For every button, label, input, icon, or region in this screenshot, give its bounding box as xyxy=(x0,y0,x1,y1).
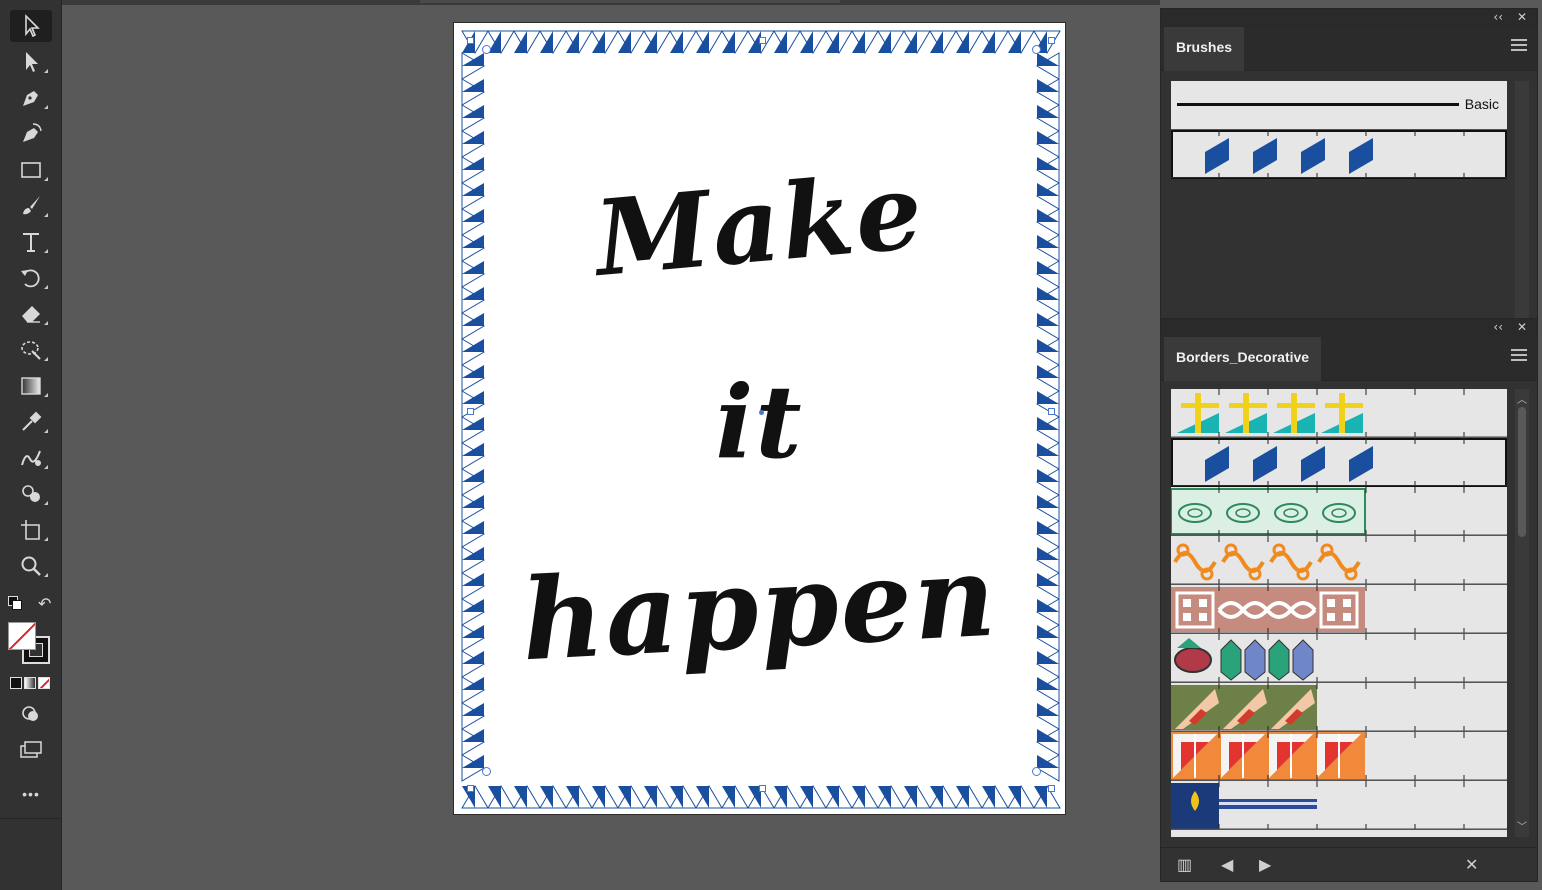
tools-panel: ↶ ••• xyxy=(0,0,62,890)
collapse-icon[interactable]: ‹‹ xyxy=(1493,320,1503,334)
brushes-scrollbar[interactable] xyxy=(1515,81,1529,319)
type-tool[interactable] xyxy=(10,226,52,258)
paintbrush-icon xyxy=(23,196,40,215)
curvature-tool[interactable] xyxy=(10,118,52,150)
screen-mode-icon xyxy=(20,741,42,758)
eraser-icon xyxy=(22,306,40,323)
lasso-tool[interactable] xyxy=(10,334,52,366)
brush-blue-zigzag[interactable] xyxy=(1171,130,1507,179)
panel-footer: ▥ ◀ ▶ ✕ xyxy=(1161,847,1537,881)
brush-rose-braid[interactable] xyxy=(1171,585,1507,634)
brush-orange-red-tiles[interactable] xyxy=(1171,732,1507,781)
borders-brush-list xyxy=(1171,389,1507,837)
close-icon[interactable]: ✕ xyxy=(1517,320,1527,334)
close-icon[interactable]: ✕ xyxy=(1517,10,1527,24)
selection-handle[interactable] xyxy=(467,37,474,44)
brush-blue-zigzag[interactable] xyxy=(1171,438,1507,487)
artboard-tool[interactable] xyxy=(10,514,52,546)
brush-basic-label: Basic xyxy=(1464,96,1499,112)
brush-teal-yellow[interactable] xyxy=(1171,389,1507,438)
borders-decorative-panel: ‹‹ ✕ Borders_Decorative ︿ ﹀ ▥ ◀ ▶ ✕ xyxy=(1160,318,1538,882)
direct-selection-arrow-icon xyxy=(26,52,38,72)
eyedropper-icon xyxy=(22,411,42,431)
brush-navy-fleur[interactable] xyxy=(1171,781,1507,830)
panel-titlebar: ‹‹ ✕ xyxy=(1161,9,1537,27)
shape-builder-icon xyxy=(22,485,40,502)
tab-brushes[interactable]: Brushes xyxy=(1164,27,1245,71)
selection-handle[interactable] xyxy=(467,408,474,415)
scroll-thumb[interactable] xyxy=(1518,407,1526,537)
library-menu-icon[interactable]: ▥ xyxy=(1177,855,1192,875)
brush-basic[interactable]: Basic xyxy=(1171,81,1507,130)
paintbrush-tool[interactable] xyxy=(10,190,52,222)
next-library-icon[interactable]: ▶ xyxy=(1259,855,1271,875)
scroll-up-icon[interactable]: ︿ xyxy=(1517,391,1527,406)
default-colors-icon[interactable] xyxy=(8,596,26,612)
document-tab-strip xyxy=(420,0,840,3)
brush-olive-stripes[interactable] xyxy=(1171,683,1507,732)
draw-mode-icon xyxy=(22,706,38,721)
gradient-icon xyxy=(21,377,41,395)
lasso-icon xyxy=(21,341,41,360)
rectangle-icon xyxy=(21,162,41,178)
rectangle-tool[interactable] xyxy=(10,154,52,186)
shape-builder-tool[interactable] xyxy=(10,478,52,510)
eraser-tool[interactable] xyxy=(10,298,52,330)
corner-radius-widget[interactable] xyxy=(482,767,491,776)
rotate-tool[interactable] xyxy=(10,262,52,294)
type-icon xyxy=(23,233,39,252)
curvature-pen-icon xyxy=(23,123,42,142)
rotate-icon xyxy=(21,269,40,288)
panel-menu-icon[interactable] xyxy=(1511,349,1527,364)
panel-titlebar: ‹‹ ✕ xyxy=(1161,319,1537,337)
corner-radius-widget[interactable] xyxy=(1032,767,1041,776)
selection-arrow-icon xyxy=(25,14,40,38)
artboard-icon xyxy=(21,520,40,540)
corner-radius-widget[interactable] xyxy=(482,45,491,54)
selection-handle[interactable] xyxy=(1048,408,1055,415)
zoom-icon xyxy=(21,556,41,576)
center-point xyxy=(759,410,764,415)
previous-library-icon[interactable]: ◀ xyxy=(1221,855,1233,875)
gradient-tool[interactable] xyxy=(10,370,52,402)
illustrator-window: ↶ ••• Make it happen ‹‹ ✕ Brushes Basic … xyxy=(0,0,1542,890)
artboard[interactable]: Make it happen xyxy=(453,22,1066,815)
scroll-down-icon[interactable]: ﹀ xyxy=(1517,818,1527,833)
swap-colors-icon[interactable]: ↶ xyxy=(38,594,51,613)
poster-text-line-2[interactable]: it xyxy=(454,363,1065,481)
pen-tool[interactable] xyxy=(10,82,52,114)
selection-handle[interactable] xyxy=(759,37,766,44)
selection-handle[interactable] xyxy=(1048,37,1055,44)
brushes-list: Basic xyxy=(1171,81,1507,179)
eyedropper-tool[interactable] xyxy=(10,406,52,438)
fill-stroke-widget[interactable] xyxy=(8,622,54,668)
direct-selection-tool[interactable] xyxy=(10,46,52,78)
pen-icon xyxy=(23,91,38,106)
color-mode-icons[interactable] xyxy=(10,677,52,690)
selection-handle[interactable] xyxy=(467,785,474,792)
selection-handle[interactable] xyxy=(759,785,766,792)
fill-swatch[interactable] xyxy=(8,622,36,650)
brush-orange-filigree[interactable] xyxy=(1171,536,1507,585)
collapse-icon[interactable]: ‹‹ xyxy=(1493,10,1503,24)
blend-tool[interactable] xyxy=(10,442,52,474)
corner-radius-widget[interactable] xyxy=(1032,45,1041,54)
brush-leaf-gems[interactable] xyxy=(1171,634,1507,683)
brushes-panel: ‹‹ ✕ Brushes Basic xyxy=(1160,8,1538,320)
draw-mode-tool[interactable] xyxy=(10,698,52,730)
selection-handle[interactable] xyxy=(1048,785,1055,792)
zoom-tool[interactable] xyxy=(10,550,52,582)
screen-mode-tool[interactable] xyxy=(10,734,52,766)
tab-borders-decorative[interactable]: Borders_Decorative xyxy=(1164,337,1322,381)
panel-menu-icon[interactable] xyxy=(1511,39,1527,54)
blue-zigzag-brush-preview xyxy=(1171,130,1507,178)
brush-green-scroll[interactable] xyxy=(1171,487,1507,536)
selection-tool[interactable] xyxy=(10,10,52,42)
blend-icon xyxy=(21,450,41,466)
more-tools-button[interactable]: ••• xyxy=(0,786,62,802)
borders-scrollbar[interactable]: ︿ ﹀ xyxy=(1515,389,1529,837)
remove-brush-stroke-icon[interactable]: ✕ xyxy=(1465,855,1478,875)
